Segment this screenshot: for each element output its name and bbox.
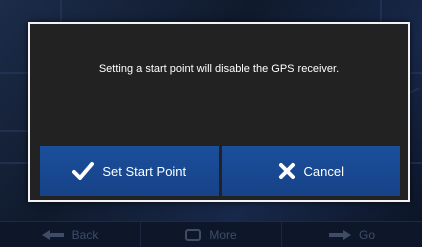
map-road [60,0,62,24]
go-label: Go [358,227,375,242]
map-road [0,72,30,74]
back-button[interactable]: Back [0,222,141,247]
go-button[interactable]: Go [282,222,422,247]
back-label: Back [71,227,99,242]
more-icon [185,228,202,241]
arrow-right-icon [328,229,351,240]
dialog-message: Setting a start point will disable the G… [98,63,340,75]
confirm-dialog: Setting a start point will disable the G… [28,22,410,202]
x-icon [278,162,296,180]
set-start-point-button[interactable]: Set Start Point [40,146,219,196]
cancel-label: Cancel [303,163,344,179]
map-road [380,0,382,24]
set-start-point-label: Set Start Point [102,163,187,179]
dialog-button-row: Set Start Point Cancel [40,146,400,196]
more-label: More [209,227,237,242]
checkmark-icon [72,162,95,180]
cancel-button[interactable]: Cancel [221,146,400,196]
arrow-left-icon [41,229,64,240]
more-button[interactable]: More [141,222,282,247]
map-road [0,130,30,132]
map-road [0,162,30,164]
bottom-nav-bar: Back More Go [0,221,422,247]
